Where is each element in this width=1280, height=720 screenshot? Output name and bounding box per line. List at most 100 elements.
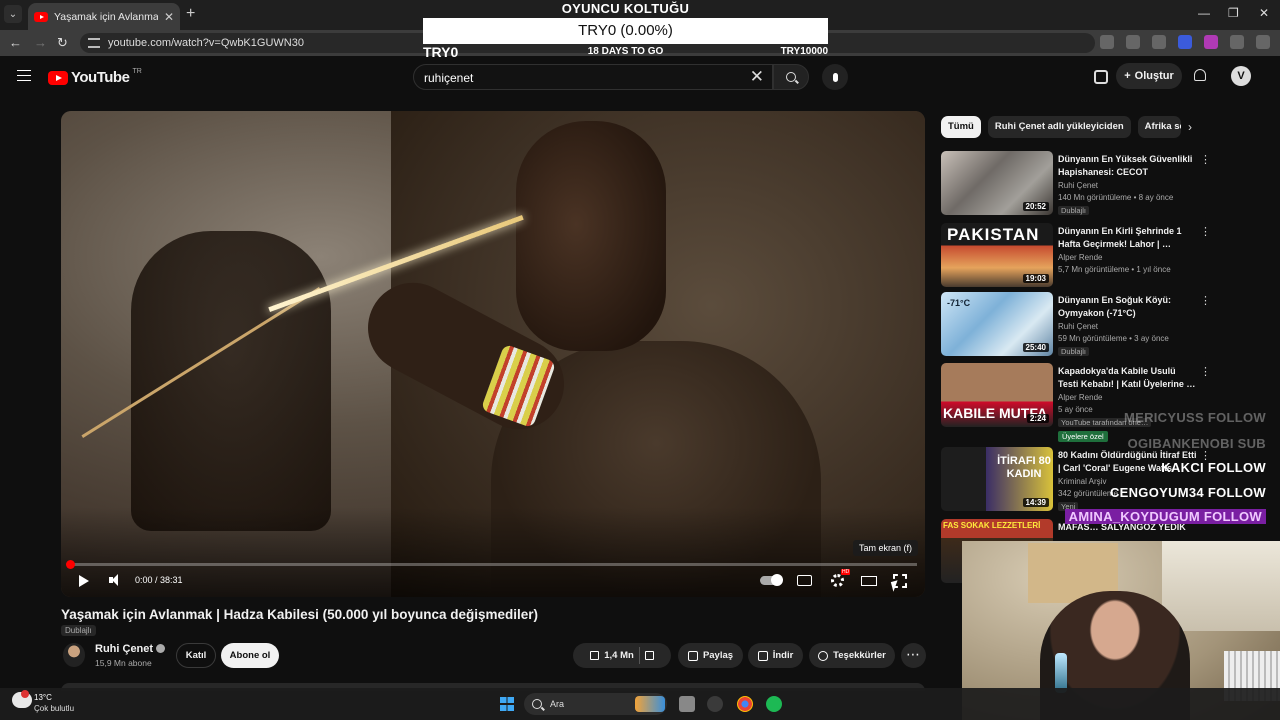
chip-from-uploader[interactable]: Ruhi Çenet adlı yükleyiciden bbox=[987, 116, 1131, 138]
new-tab-icon[interactable]: + bbox=[186, 5, 195, 23]
chip-all[interactable]: Tümü bbox=[941, 116, 981, 138]
thumbnail-text: PAKISTAN bbox=[947, 225, 1040, 244]
search-icon bbox=[786, 72, 796, 82]
recommendation-thumbnail[interactable]: KABILE MUTFA 2:24 bbox=[941, 363, 1053, 427]
recommendation-item[interactable]: -71°C 25:40 Dünyanın En Soğuk Köyü: Oymy… bbox=[941, 292, 1211, 356]
taskbar-search[interactable]: Ara bbox=[524, 693, 667, 715]
more-options-icon[interactable]: ⋮ bbox=[1200, 365, 1211, 378]
subscribe-button[interactable]: Abone ol bbox=[221, 643, 279, 668]
play-icon[interactable] bbox=[79, 575, 89, 587]
seek-handle[interactable] bbox=[66, 560, 75, 569]
chip-next-icon[interactable]: › bbox=[1188, 120, 1192, 134]
search-input[interactable]: ruhiçenet ✕ bbox=[413, 64, 773, 90]
filter-chips: Tümü Ruhi Çenet adlı yükleyiciden Afrika… bbox=[941, 116, 1181, 138]
create-label: Oluştur bbox=[1134, 70, 1174, 82]
recommendation-title[interactable]: Dünyanın En Soğuk Köyü: Oymyakon (-71°C) bbox=[1058, 294, 1198, 319]
youtube-logo-text: YouTube bbox=[71, 69, 130, 86]
close-window-icon[interactable]: ✕ bbox=[1259, 6, 1269, 20]
recommendation-channel[interactable]: Kriminal Arşiv bbox=[1058, 477, 1106, 486]
recommendation-title[interactable]: Dünyanın En Kirli Şehrinde 1 Hafta Geçir… bbox=[1058, 225, 1198, 250]
recommendation-item[interactable]: PAKISTAN 19:03 Dünyanın En Kirli Şehrind… bbox=[941, 223, 1211, 287]
recommendation-meta: 140 Mn görüntüleme • 8 ay önce bbox=[1058, 193, 1174, 202]
back-icon[interactable]: ← bbox=[9, 35, 22, 50]
cast-icon[interactable] bbox=[1094, 70, 1108, 84]
recommendation-title[interactable]: Dünyanın En Yüksek Güvenlikli Hapishanes… bbox=[1058, 153, 1198, 178]
extensions-puzzle-icon[interactable] bbox=[1230, 35, 1244, 49]
extension-purple-icon[interactable] bbox=[1204, 35, 1218, 49]
tab-close-icon[interactable]: ✕ bbox=[164, 10, 174, 24]
thumbnail-text: -71°C bbox=[947, 298, 971, 308]
time-display: 0:00 / 38:31 bbox=[135, 575, 183, 585]
thumbnail-text: İTİRAFI 80 KADIN bbox=[997, 455, 1051, 480]
restore-icon[interactable]: ❐ bbox=[1228, 6, 1239, 20]
channel-avatar[interactable] bbox=[63, 643, 85, 667]
tab-search-icon[interactable]: ⌄ bbox=[4, 5, 22, 23]
windows-start-icon[interactable] bbox=[500, 697, 514, 711]
seek-bar[interactable] bbox=[66, 560, 917, 569]
like-count[interactable]: 1,4 Mn bbox=[604, 650, 634, 661]
recommendation-thumbnail[interactable]: İTİRAFI 80 KADIN 14:39 bbox=[941, 447, 1053, 511]
clear-search-icon[interactable]: ✕ bbox=[750, 67, 764, 87]
download-button[interactable]: İndir bbox=[748, 643, 803, 668]
recommendation-title[interactable]: Kapadokya'da Kabile Usulü Testi Kebabı! … bbox=[1058, 365, 1198, 390]
subtitles-icon[interactable] bbox=[797, 575, 812, 586]
site-info-icon[interactable] bbox=[88, 38, 100, 48]
media-queue-icon[interactable] bbox=[1256, 35, 1270, 49]
settings-gear-icon[interactable] bbox=[831, 574, 844, 587]
voice-search-button[interactable] bbox=[822, 64, 848, 90]
minimize-icon[interactable]: — bbox=[1198, 6, 1210, 20]
recommendation-channel[interactable]: Ruhi Çenet bbox=[1058, 181, 1098, 190]
extension-badge-icon[interactable] bbox=[1178, 35, 1192, 49]
thumbnail-text: FAS SOKAK LEZZETLERİ bbox=[943, 521, 1041, 530]
thanks-button[interactable]: Teşekkürler bbox=[809, 643, 895, 668]
browser-tab[interactable]: Yaşamak için Avlanmak | Hadza ✕ bbox=[28, 3, 180, 30]
notifications-bell-icon[interactable] bbox=[1194, 69, 1206, 81]
recommendation-item[interactable]: 20:52 Dünyanın En Yüksek Güvenlikli Hapi… bbox=[941, 151, 1211, 215]
recommendation-channel[interactable]: Alper Rende bbox=[1058, 253, 1102, 262]
recommendation-thumbnail[interactable]: 20:52 bbox=[941, 151, 1053, 215]
chrome-icon[interactable] bbox=[737, 696, 753, 712]
recommendation-channel[interactable]: Ruhi Çenet bbox=[1058, 322, 1098, 331]
recommendation-channel[interactable]: Alper Rende bbox=[1058, 393, 1102, 402]
join-button[interactable]: Katıl bbox=[176, 643, 216, 668]
dislike-icon[interactable] bbox=[644, 651, 654, 660]
weather-temperature[interactable]: 13°C bbox=[34, 693, 52, 702]
more-options-icon[interactable]: ⋮ bbox=[1200, 294, 1211, 307]
youtube-logo[interactable]: YouTube TR bbox=[48, 68, 142, 86]
more-options-icon[interactable]: ⋮ bbox=[1200, 225, 1211, 238]
bookmark-star-icon[interactable] bbox=[1126, 35, 1140, 49]
reload-icon[interactable]: ↻ bbox=[57, 35, 68, 51]
create-button[interactable]: + Oluştur bbox=[1116, 63, 1182, 89]
channel-name[interactable]: Ruhi Çenet bbox=[95, 643, 166, 655]
spotify-icon[interactable] bbox=[766, 696, 782, 712]
task-view-icon[interactable] bbox=[679, 696, 695, 712]
extension-icons: ⋮ bbox=[1100, 35, 1280, 49]
chip-africa[interactable]: Afrika seyahati bbox=[1137, 116, 1181, 138]
recommendation-thumbnail[interactable]: PAKISTAN 19:03 bbox=[941, 223, 1053, 287]
recommendation-item[interactable]: KABILE MUTFA 2:24 Kapadokya'da Kabile Us… bbox=[941, 363, 1211, 443]
youtube-favicon-icon bbox=[34, 11, 48, 22]
like-icon[interactable] bbox=[590, 651, 600, 660]
theater-mode-icon[interactable] bbox=[861, 576, 877, 586]
recommendation-badge: Dublajlı bbox=[1058, 206, 1090, 215]
more-actions-button[interactable]: ⋯ bbox=[901, 643, 926, 668]
webcam-microphone bbox=[1055, 653, 1067, 693]
autoplay-toggle[interactable] bbox=[760, 574, 783, 586]
share-button[interactable]: Paylaş bbox=[678, 643, 743, 668]
weather-condition[interactable]: Çok bulutlu bbox=[34, 704, 74, 713]
members-only-badge: Üyelere özel bbox=[1058, 431, 1108, 442]
video-frame-background-person bbox=[131, 231, 331, 531]
video-player[interactable]: Tam ekran (f) 0:00 / 38:31 HD bbox=[61, 111, 925, 597]
account-avatar[interactable]: V bbox=[1231, 66, 1251, 86]
menu-icon[interactable] bbox=[17, 70, 31, 81]
search-button[interactable] bbox=[773, 64, 809, 90]
extension-icon[interactable] bbox=[1152, 35, 1166, 49]
forward-icon[interactable]: → bbox=[34, 35, 47, 50]
volume-icon[interactable] bbox=[109, 574, 121, 586]
taskbar-search-label: Ara bbox=[550, 699, 565, 709]
more-options-icon[interactable]: ⋮ bbox=[1200, 153, 1211, 166]
obs-icon[interactable] bbox=[707, 696, 723, 712]
recommendation-item[interactable]: İTİRAFI 80 KADIN 14:39 80 Kadını Öldürdü… bbox=[941, 447, 1211, 511]
install-app-icon[interactable] bbox=[1100, 35, 1114, 49]
recommendation-thumbnail[interactable]: -71°C 25:40 bbox=[941, 292, 1053, 356]
